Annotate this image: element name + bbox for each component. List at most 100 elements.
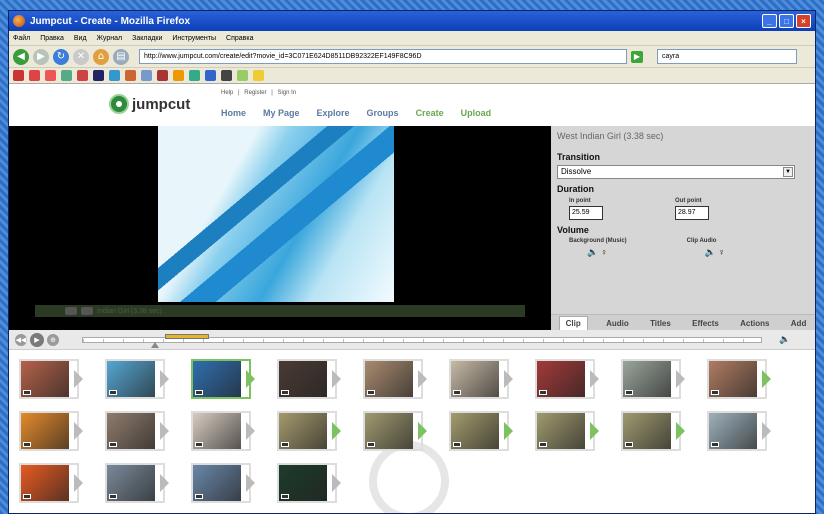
tab-add[interactable]: Add — [788, 319, 810, 330]
add-clip-arrow-icon[interactable] — [418, 370, 427, 388]
forward-icon[interactable]: ▶ — [33, 48, 49, 65]
clip-thumbnail[interactable] — [191, 411, 255, 451]
print-icon[interactable]: ▤ — [113, 48, 129, 65]
bookmark-icon[interactable] — [29, 70, 40, 81]
play-button[interactable] — [65, 307, 77, 315]
home-icon[interactable]: ⌂ — [93, 48, 109, 65]
add-clip-arrow-icon[interactable] — [590, 422, 599, 440]
tab-actions[interactable]: Actions — [737, 319, 772, 330]
transition-select[interactable]: Dissolve ▼ — [557, 165, 795, 179]
rewind-icon[interactable]: ◀◀ — [15, 333, 27, 346]
clip-audio-volume-slider[interactable]: 🔈 ♀ — [687, 247, 725, 258]
go-button[interactable]: ▶ — [631, 50, 643, 63]
clip-thumbnail[interactable] — [363, 411, 427, 451]
add-clip-arrow-icon[interactable] — [246, 370, 255, 388]
clip-thumbnail[interactable] — [363, 359, 427, 399]
nav-explore[interactable]: Explore — [317, 108, 350, 118]
zoom-icon[interactable]: ⊕ — [47, 333, 59, 346]
nav-groups[interactable]: Groups — [367, 108, 399, 118]
clip-thumbnail[interactable] — [191, 463, 255, 503]
bookmark-icon[interactable] — [205, 70, 216, 81]
register-link[interactable]: Register — [244, 90, 266, 96]
clip-thumbnail[interactable] — [19, 359, 83, 399]
timeline-track[interactable] — [82, 333, 762, 348]
rewind-button[interactable] — [81, 307, 93, 315]
add-clip-arrow-icon[interactable] — [74, 370, 83, 388]
menu-edit[interactable]: Правка — [40, 35, 64, 42]
playhead-icon[interactable] — [151, 341, 159, 348]
add-clip-arrow-icon[interactable] — [762, 422, 771, 440]
video-frame[interactable] — [158, 126, 394, 302]
clip-thumbnail[interactable] — [105, 411, 169, 451]
menu-view[interactable]: Вид — [74, 35, 87, 42]
bookmark-icon[interactable] — [45, 70, 56, 81]
add-clip-arrow-icon[interactable] — [74, 474, 83, 492]
clip-thumbnail[interactable] — [621, 411, 685, 451]
bookmark-icon[interactable] — [13, 70, 24, 81]
clip-thumbnail[interactable] — [535, 359, 599, 399]
clip-thumbnail[interactable] — [449, 359, 513, 399]
bookmark-icon[interactable] — [253, 70, 264, 81]
bookmark-icon[interactable] — [173, 70, 184, 81]
add-clip-arrow-icon[interactable] — [246, 474, 255, 492]
bookmark-icon[interactable] — [221, 70, 232, 81]
add-clip-arrow-icon[interactable] — [504, 370, 513, 388]
nav-home[interactable]: Home — [221, 108, 246, 118]
clip-thumbnail[interactable] — [277, 411, 341, 451]
bg-music-volume-slider[interactable]: 🔈 ♀ — [569, 247, 627, 258]
bookmark-icon[interactable] — [109, 70, 120, 81]
add-clip-arrow-icon[interactable] — [504, 422, 513, 440]
clip-thumbnail[interactable] — [449, 411, 513, 451]
clip-thumbnail[interactable] — [621, 359, 685, 399]
clip-thumbnail[interactable] — [105, 463, 169, 503]
reload-icon[interactable]: ↻ — [53, 48, 69, 65]
tab-effects[interactable]: Effects — [689, 319, 722, 330]
nav-upload[interactable]: Upload — [461, 108, 492, 118]
menu-bookmarks[interactable]: Закладки — [132, 35, 162, 42]
bookmark-icon[interactable] — [77, 70, 88, 81]
dropdown-arrow-icon[interactable]: ▼ — [783, 167, 793, 177]
out-point-field[interactable]: 28.97 — [675, 206, 709, 220]
back-icon[interactable]: ◀ — [13, 48, 29, 65]
add-clip-arrow-icon[interactable] — [676, 370, 685, 388]
clip-thumbnail[interactable] — [277, 359, 341, 399]
close-button[interactable]: × — [796, 14, 811, 28]
clip-thumbnail[interactable] — [707, 359, 771, 399]
search-input[interactable]: cayra — [657, 49, 797, 64]
tab-audio[interactable]: Audio — [603, 319, 632, 330]
add-clip-arrow-icon[interactable] — [160, 370, 169, 388]
menu-history[interactable]: Журнал — [97, 35, 123, 42]
add-clip-arrow-icon[interactable] — [418, 422, 427, 440]
clip-thumbnail[interactable] — [19, 463, 83, 503]
help-link[interactable]: Help — [221, 90, 233, 96]
menu-help[interactable]: Справка — [226, 35, 253, 42]
minimize-button[interactable]: _ — [762, 14, 777, 28]
master-volume-icon[interactable]: 🔈 — [779, 335, 790, 345]
add-clip-arrow-icon[interactable] — [246, 422, 255, 440]
menu-file[interactable]: Файл — [13, 35, 30, 42]
clip-thumbnail[interactable] — [535, 411, 599, 451]
bookmark-icon[interactable] — [125, 70, 136, 81]
bookmark-icon[interactable] — [93, 70, 104, 81]
play-icon[interactable]: ▶ — [30, 332, 44, 347]
nav-create[interactable]: Create — [416, 108, 444, 118]
bookmark-icon[interactable] — [189, 70, 200, 81]
menu-tools[interactable]: Инструменты — [172, 35, 216, 42]
clip-thumbnail[interactable] — [707, 411, 771, 451]
add-clip-arrow-icon[interactable] — [762, 370, 771, 388]
tab-titles[interactable]: Titles — [647, 319, 674, 330]
clip-thumbnail[interactable] — [277, 463, 341, 503]
sign-in-link[interactable]: Sign In — [278, 90, 297, 96]
bookmark-icon[interactable] — [157, 70, 168, 81]
clip-thumbnail[interactable] — [19, 411, 83, 451]
add-clip-arrow-icon[interactable] — [74, 422, 83, 440]
add-clip-arrow-icon[interactable] — [332, 370, 341, 388]
in-point-field[interactable]: 25.59 — [569, 206, 603, 220]
add-clip-arrow-icon[interactable] — [332, 474, 341, 492]
stop-icon[interactable]: ✕ — [73, 48, 89, 65]
bookmark-icon[interactable] — [61, 70, 72, 81]
add-clip-arrow-icon[interactable] — [590, 370, 599, 388]
bookmark-icon[interactable] — [237, 70, 248, 81]
nav-my-page[interactable]: My Page — [263, 108, 300, 118]
maximize-button[interactable]: □ — [779, 14, 794, 28]
